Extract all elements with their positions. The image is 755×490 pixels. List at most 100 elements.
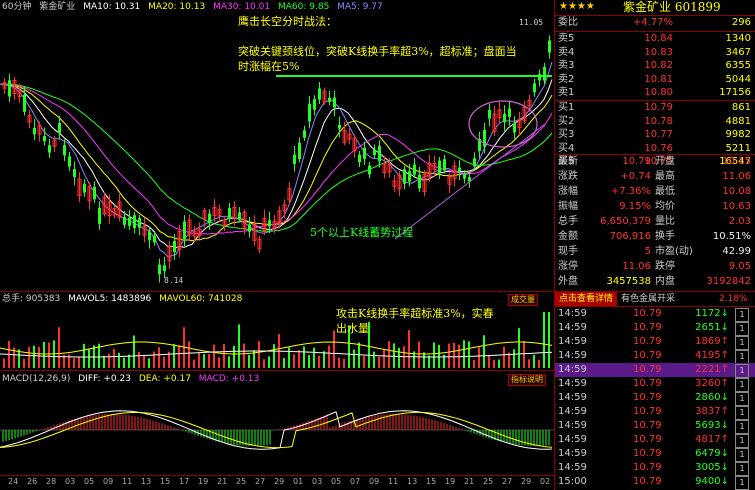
quote-row: 最新 10.79 开盘 10.15 [555, 155, 755, 169]
tick-volume: 5693↓ [695, 420, 729, 431]
order-row[interactable]: 买2 10.78 4881 [555, 115, 755, 129]
tick-row[interactable]: 14:59 10.79 3260↑ 1 [555, 377, 755, 392]
quote-row: 涨幅 +7.36% 最低 10.08 [555, 185, 755, 199]
order-row[interactable]: 卖3 10.82 6355 [555, 59, 755, 73]
tick-volume: 3005↓ [695, 462, 729, 473]
volume-annotation-line1: 攻击K线换手率超标准3%，实春 [336, 307, 494, 320]
quote-key: 现手 [558, 246, 578, 257]
macd-value-label: MACD: +0.13 [198, 374, 260, 384]
tick-time: 14:59 [558, 406, 587, 417]
tick-row[interactable]: 14:59 10.79 4817↑ 1 [555, 433, 755, 448]
quote-value: 9.05 [728, 261, 751, 272]
macd-indicator-tag[interactable]: 指标说明 [508, 374, 546, 386]
order-label: 卖2 [558, 73, 575, 85]
tick-row[interactable]: 14:59 10.79 6479↓ 1 [555, 447, 755, 462]
trend-line [394, 123, 546, 240]
quote-value: +7.36% [610, 186, 651, 197]
quote-key: 涨停 [558, 261, 578, 272]
ratio-value: +4.77% [632, 17, 673, 28]
period-label[interactable]: 60分钟 [2, 2, 31, 12]
x-tick-label: 29 [274, 477, 285, 486]
tick-row[interactable]: 15:00 10.79 9400↓ 1 [555, 475, 755, 490]
tick-volume: 2860↓ [695, 392, 729, 403]
quote-row: 外盘 3457538 内盘 3192842 [555, 275, 755, 289]
tick-row[interactable]: 14:59 10.79 2860↓ 1 [555, 391, 755, 406]
order-label: 卖5 [558, 33, 575, 44]
quote-key: 量比 [655, 216, 675, 227]
order-label: 买1 [558, 102, 575, 113]
total-volume-label: 总手: 905383 [2, 294, 61, 304]
volume-indicator-tag[interactable]: 成交量 [508, 294, 538, 306]
ma30-label: MA30: 10.01 [213, 2, 271, 12]
tick-row[interactable]: 14:59 10.79 1172↓ 1 [555, 307, 755, 322]
x-tick-label: 11 [388, 477, 399, 486]
tick-flag: 1 [735, 420, 749, 434]
tick-price: 10.79 [633, 420, 662, 431]
strategy-title: 鹰击长空分时战法： [238, 15, 337, 28]
quote-value: +0.74 [620, 171, 651, 182]
order-price: 10.80 [644, 87, 673, 99]
x-tick-label: 21 [217, 477, 228, 486]
tick-row[interactable]: 14:59 10.79 3005↓ 1 [555, 461, 755, 476]
x-tick-label: 25 [236, 477, 247, 486]
tick-price: 10.79 [633, 308, 662, 319]
quote-row: 金额 706,916 换手 10.51% [555, 230, 755, 244]
tick-time: 14:59 [558, 336, 587, 347]
quote-key: 涨幅 [558, 186, 578, 197]
tab-sector[interactable]: 有色金属开采 [617, 292, 679, 306]
tick-row[interactable]: 14:59 10.79 1869↑ 1 [555, 335, 755, 350]
tick-price: 10.79 [633, 434, 662, 445]
quote-key: 最高 [655, 171, 675, 182]
tick-price: 10.79 [633, 350, 662, 361]
order-volume: 17156 [719, 87, 751, 99]
tick-row[interactable]: 14:59 10.79 3837↑ 1 [555, 405, 755, 420]
x-tick-label: 05 [84, 477, 95, 486]
x-tick-label: 11 [122, 477, 133, 486]
quote-row: 涨停 11.06 跌停 9.05 [555, 260, 755, 274]
ratio-label: 委比 [558, 17, 578, 28]
low-price-label: 8.14 [164, 276, 184, 285]
order-row[interactable]: 买3 10.77 9982 [555, 128, 755, 142]
order-row[interactable]: 卖4 10.83 3467 [555, 46, 755, 60]
tick-price: 10.79 [633, 392, 662, 403]
volume-header: 总手: 905383 MAVOL5: 1483896 MAVOL60: 7410… [2, 292, 247, 306]
dea-label: DEA: +0.17 [138, 374, 191, 384]
quote-panel: ★★★★ 紫金矿业 601899 委比 +4.77% 296 卖5 10.84 13… [555, 0, 755, 490]
order-row[interactable]: 买1 10.79 861 [555, 101, 755, 115]
quote-value: 706,916 [609, 231, 651, 242]
tick-time: 14:59 [558, 378, 587, 389]
tick-row[interactable]: 14:59 10.79 5693↓ 1 [555, 419, 755, 434]
kline-chart-area[interactable]: 60分钟 紫金矿业 MA10: 10.31 MA20: 10.13 MA30: … [0, 0, 555, 490]
order-row[interactable]: 卖2 10.81 5044 [555, 73, 755, 87]
tick-flag: 1 [735, 336, 749, 350]
tick-volume: 3260↑ [695, 378, 729, 389]
tick-price: 10.79 [633, 364, 662, 375]
quote-value: 10.08 [722, 186, 751, 197]
high-price-label: 11.05 [519, 18, 544, 27]
quote-key: 开盘 [655, 156, 675, 167]
quote-key: 换手 [655, 231, 675, 242]
diff-label: DIFF: +0.23 [78, 374, 131, 384]
tab-details[interactable]: 点击查看详情 [555, 292, 618, 306]
quote-value: 3192842 [706, 276, 751, 287]
tick-flag: 1 [735, 364, 749, 378]
order-price: 10.83 [644, 46, 673, 58]
kline-header: 60分钟 紫金矿业 MA10: 10.31 MA20: 10.13 MA30: … [2, 0, 388, 14]
tick-row[interactable]: 14:59 10.79 2221↑ 1 [555, 363, 755, 378]
pattern-annotation: 5个以上K线蓄势过程 [310, 226, 414, 239]
order-label: 卖1 [558, 87, 575, 99]
order-row[interactable]: 卖1 10.80 17156 [555, 86, 755, 100]
order-price: 10.77 [644, 129, 673, 141]
x-tick-label: 26 [27, 477, 38, 486]
tick-row[interactable]: 14:59 10.79 4195↑ 1 [555, 349, 755, 364]
tick-price: 10.79 [633, 476, 662, 487]
tick-flag: 1 [735, 406, 749, 420]
quote-key: 振幅 [558, 201, 578, 212]
order-row[interactable]: 卖5 10.84 1340 [555, 32, 755, 46]
tick-row[interactable]: 14:59 10.79 2651↓ 1 [555, 321, 755, 336]
tick-time: 14:59 [558, 420, 587, 431]
x-tick-label: 03 [312, 477, 323, 486]
tick-price: 10.79 [633, 406, 662, 417]
tick-flag: 1 [735, 434, 749, 448]
tick-time: 14:59 [558, 308, 587, 319]
